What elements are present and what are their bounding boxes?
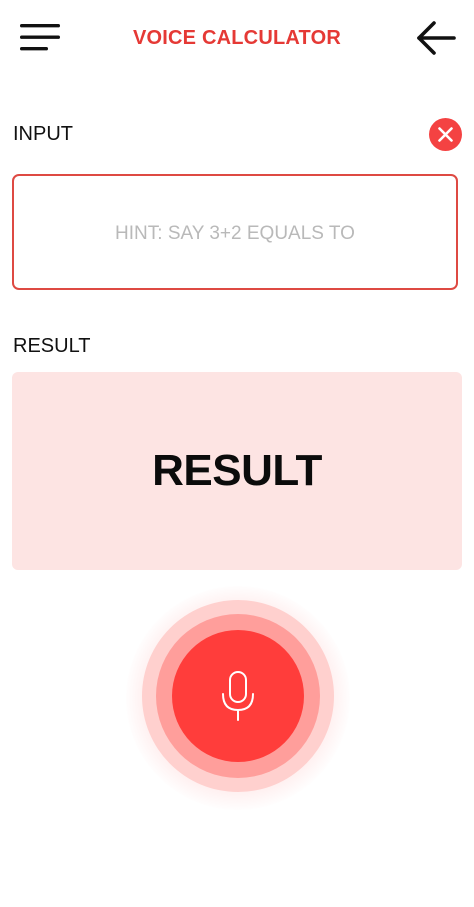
clear-input-button[interactable] (429, 118, 462, 151)
input-hint-text: HINT: SAY 3+2 EQUALS TO (115, 223, 355, 244)
result-section-label: RESULT (13, 335, 91, 357)
input-section-label: INPUT (13, 123, 73, 145)
arrow-left-icon (417, 21, 456, 55)
back-button[interactable] (412, 18, 460, 58)
result-value: RESULT (152, 446, 322, 495)
voice-input-field[interactable]: HINT: SAY 3+2 EQUALS TO (12, 174, 458, 290)
microphone-icon (222, 671, 254, 721)
mic-button-container (126, 586, 350, 810)
app-bar: VOICE CALCULATOR (0, 0, 474, 76)
close-icon (429, 118, 462, 151)
result-display: RESULT (12, 372, 462, 570)
mic-button[interactable] (172, 630, 304, 762)
app-title: VOICE CALCULATOR (132, 27, 341, 49)
